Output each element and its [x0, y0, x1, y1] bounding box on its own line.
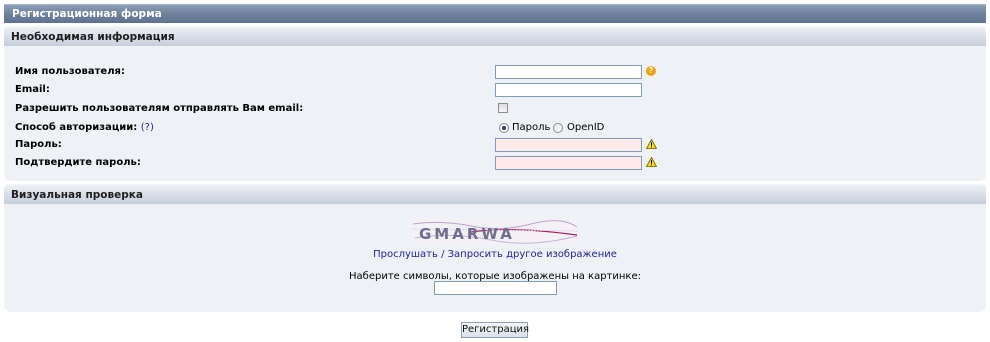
visual-check-header: Визуальная проверка — [4, 184, 986, 204]
auth-method-text: Способ авторизации: — [15, 122, 138, 133]
username-input[interactable] — [495, 65, 642, 79]
auth-method-label: Способ авторизации: (?) — [15, 122, 154, 134]
auth-help-link[interactable]: (?) — [141, 122, 154, 133]
warning-icon — [646, 157, 657, 167]
allow-email-checkbox[interactable] — [498, 103, 508, 113]
auth-password-radio[interactable] — [499, 123, 509, 133]
auth-password-label: Пароль — [512, 122, 551, 133]
visual-check-heading: Визуальная проверка — [11, 189, 143, 201]
username-label: Имя пользователя: — [15, 66, 125, 77]
links-separator: / — [441, 249, 445, 260]
confirm-password-label: Подтвердите пароль: — [15, 157, 141, 168]
register-button[interactable]: Регистрация — [461, 322, 529, 338]
new-image-link[interactable]: Запросить другое изображение — [448, 249, 617, 260]
auth-openid-label: OpenID — [567, 122, 605, 133]
email-input[interactable] — [495, 83, 642, 97]
question-icon[interactable]: ? — [646, 66, 656, 76]
password-input[interactable] — [495, 138, 642, 152]
allow-email-label: Разрешить пользователям отправлять Вам e… — [15, 103, 304, 114]
password-label: Пароль: — [15, 139, 62, 150]
captcha-links: Прослушать / Запросить другое изображени… — [0, 249, 990, 260]
listen-link[interactable]: Прослушать — [373, 249, 438, 260]
required-info-header: Необходимая информация — [4, 26, 986, 46]
email-label: Email: — [15, 84, 50, 95]
captcha-input[interactable] — [434, 281, 557, 295]
auth-openid-radio[interactable] — [553, 123, 563, 133]
confirm-password-input[interactable] — [495, 156, 642, 170]
captcha-text: GMARWA — [419, 225, 515, 243]
captcha-image: GMARWA — [411, 218, 579, 245]
required-info-heading: Необходимая информация — [11, 31, 175, 43]
warning-icon — [646, 139, 657, 149]
form-title: Регистрационная форма — [12, 8, 162, 20]
form-title-bar: Регистрационная форма — [4, 4, 986, 23]
